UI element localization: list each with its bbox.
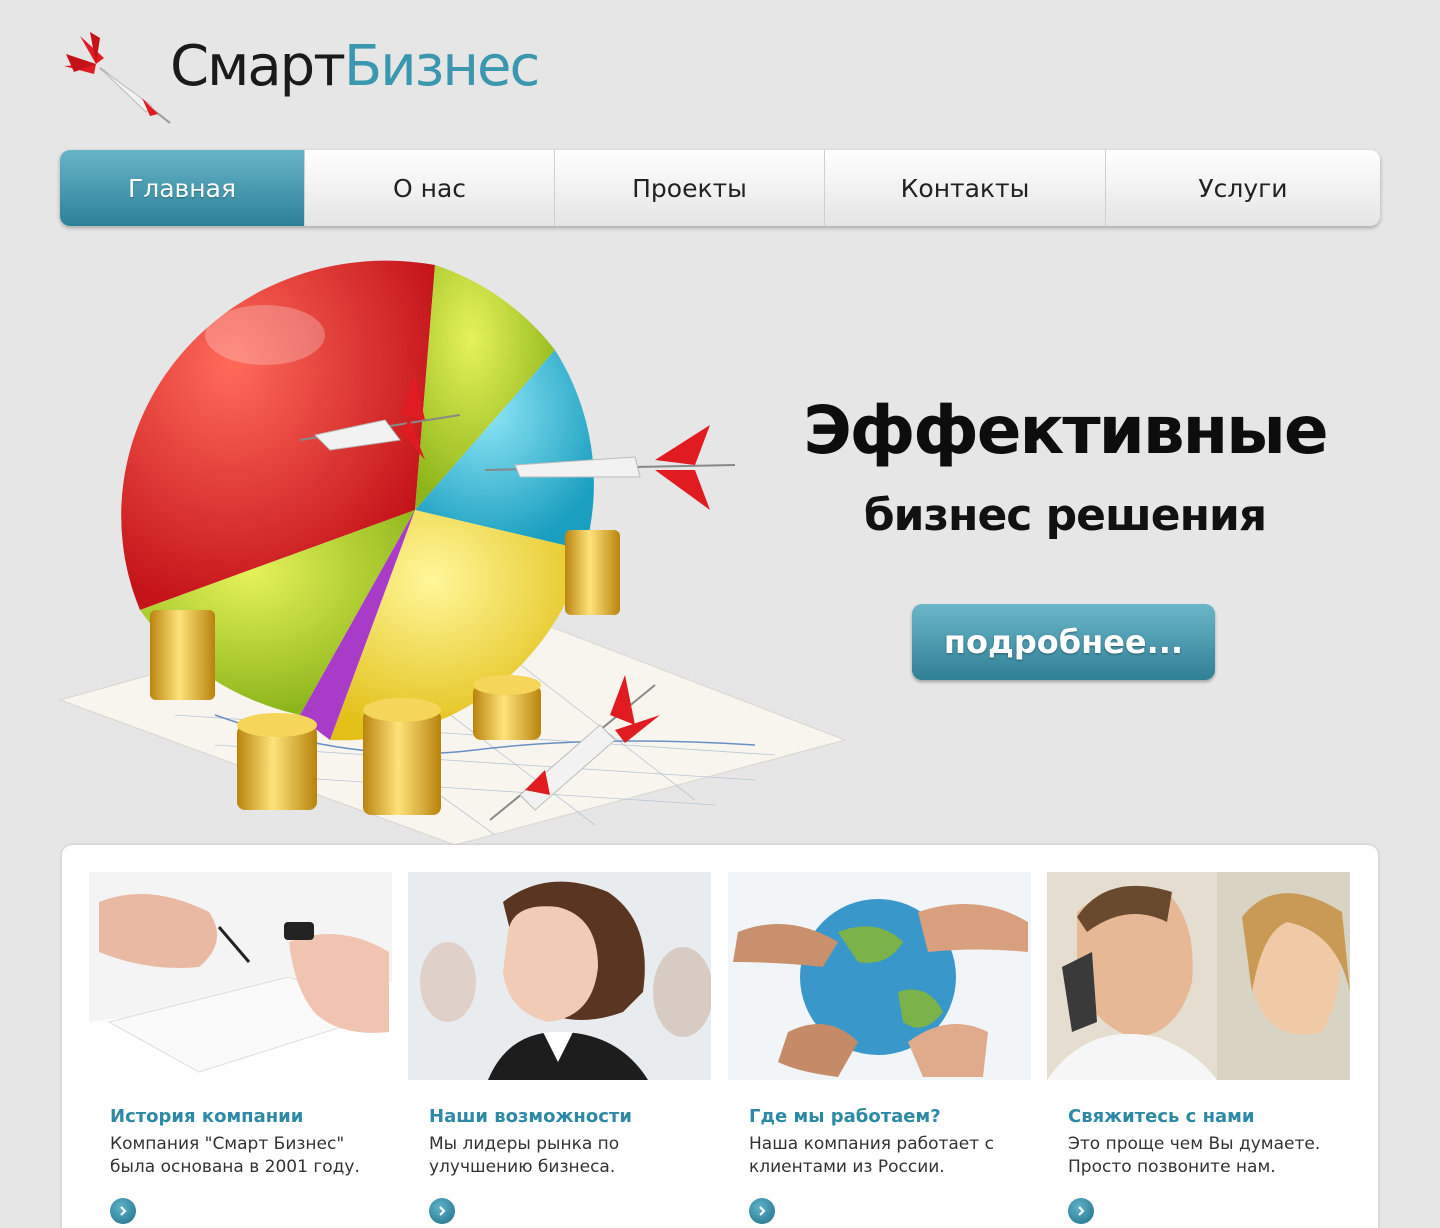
handshake-photo[interactable] bbox=[89, 872, 392, 1080]
nav-item-contacts[interactable]: Контакты bbox=[825, 150, 1106, 226]
arrow-right-icon[interactable] bbox=[1068, 1198, 1094, 1224]
dart-icon bbox=[64, 32, 171, 124]
card-text: Компания "Смарт Бизнес" была основана в … bbox=[110, 1134, 360, 1177]
more-button[interactable]: подробнее... bbox=[912, 604, 1215, 680]
card-text: Мы лидеры рынка по улучшению бизнеса. bbox=[429, 1134, 620, 1177]
logo[interactable]: СмартБизнес bbox=[60, 28, 580, 128]
card-history: История компании Компания "Смарт Бизнес"… bbox=[89, 872, 392, 1224]
logo-text: СмартБизнес bbox=[170, 34, 540, 99]
card-contact: Свяжитесь с нами Это проще чем Вы думает… bbox=[1047, 872, 1350, 1224]
card-title[interactable]: Наши возможности bbox=[429, 1106, 711, 1127]
globe-hands-photo[interactable] bbox=[728, 872, 1031, 1080]
logo-word-1: Смарт bbox=[170, 34, 346, 99]
nav-item-about[interactable]: О нас bbox=[305, 150, 555, 226]
card-title[interactable]: История компании bbox=[110, 1106, 392, 1127]
card-text: Наша компания работает с клиентами из Ро… bbox=[749, 1134, 994, 1177]
businesswoman-photo[interactable] bbox=[408, 872, 711, 1080]
hero-title: Эффективные bbox=[803, 392, 1328, 469]
main-nav: Главная О нас Проекты Контакты Услуги bbox=[60, 150, 1380, 226]
arrow-right-icon[interactable] bbox=[749, 1198, 775, 1224]
card-capabilities: Наши возможности Мы лидеры рынка по улуч… bbox=[408, 872, 711, 1224]
card-title[interactable]: Где мы работаем? bbox=[749, 1106, 1031, 1127]
hero-illustration bbox=[58, 260, 847, 846]
arrow-right-icon[interactable] bbox=[429, 1198, 455, 1224]
card-locations: Где мы работаем? Наша компания работает … bbox=[728, 872, 1031, 1224]
logo-word-2: Бизнес bbox=[343, 34, 540, 99]
nav-item-home[interactable]: Главная bbox=[60, 150, 305, 226]
phone-call-photo[interactable] bbox=[1047, 872, 1350, 1080]
arrow-right-icon[interactable] bbox=[110, 1198, 136, 1224]
nav-item-projects[interactable]: Проекты bbox=[555, 150, 825, 226]
card-title[interactable]: Свяжитесь с нами bbox=[1068, 1106, 1350, 1127]
nav-item-services[interactable]: Услуги bbox=[1106, 150, 1380, 226]
hero-subtitle: бизнес решения bbox=[863, 490, 1267, 541]
card-text: Это проще чем Вы думаете. Просто позвони… bbox=[1068, 1134, 1321, 1177]
